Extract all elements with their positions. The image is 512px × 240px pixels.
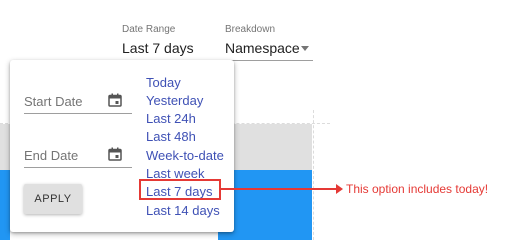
chart-gridline: [313, 110, 314, 240]
apply-button[interactable]: APPLY: [24, 184, 82, 214]
arrow-line: [221, 188, 340, 190]
chevron-down-icon[interactable]: [301, 46, 309, 51]
preset-last-48h[interactable]: Last 48h: [146, 129, 196, 144]
start-date-underline: [24, 113, 132, 114]
breakdown-underline: [225, 60, 313, 61]
preset-last-24h[interactable]: Last 24h: [146, 111, 196, 126]
start-date-placeholder: Start Date: [24, 94, 83, 109]
annotation-text: This option includes today!: [346, 182, 489, 196]
start-date-field[interactable]: Start Date: [24, 88, 132, 114]
end-date-placeholder: End Date: [24, 148, 79, 163]
highlight-box: [139, 179, 221, 200]
calendar-icon[interactable]: [108, 147, 122, 161]
breakdown-value[interactable]: Namespace: [225, 40, 300, 56]
date-range-popup: Start Date End Date APPLY Today Yesterda…: [10, 60, 234, 232]
date-range-value[interactable]: Last 7 days: [122, 40, 194, 56]
chart-bar: [0, 170, 10, 240]
preset-yesterday[interactable]: Yesterday: [146, 93, 203, 108]
preset-today[interactable]: Today: [146, 75, 181, 90]
arrow-icon: [336, 184, 343, 194]
end-date-underline: [24, 167, 132, 168]
preset-last-14-days[interactable]: Last 14 days: [146, 203, 220, 218]
date-range-label: Date Range: [122, 24, 176, 35]
breakdown-label: Breakdown: [225, 24, 276, 35]
end-date-field[interactable]: End Date: [24, 142, 132, 168]
chart-bar-background: [0, 124, 10, 170]
calendar-icon[interactable]: [108, 93, 122, 107]
preset-week-to-date[interactable]: Week-to-date: [146, 148, 224, 163]
